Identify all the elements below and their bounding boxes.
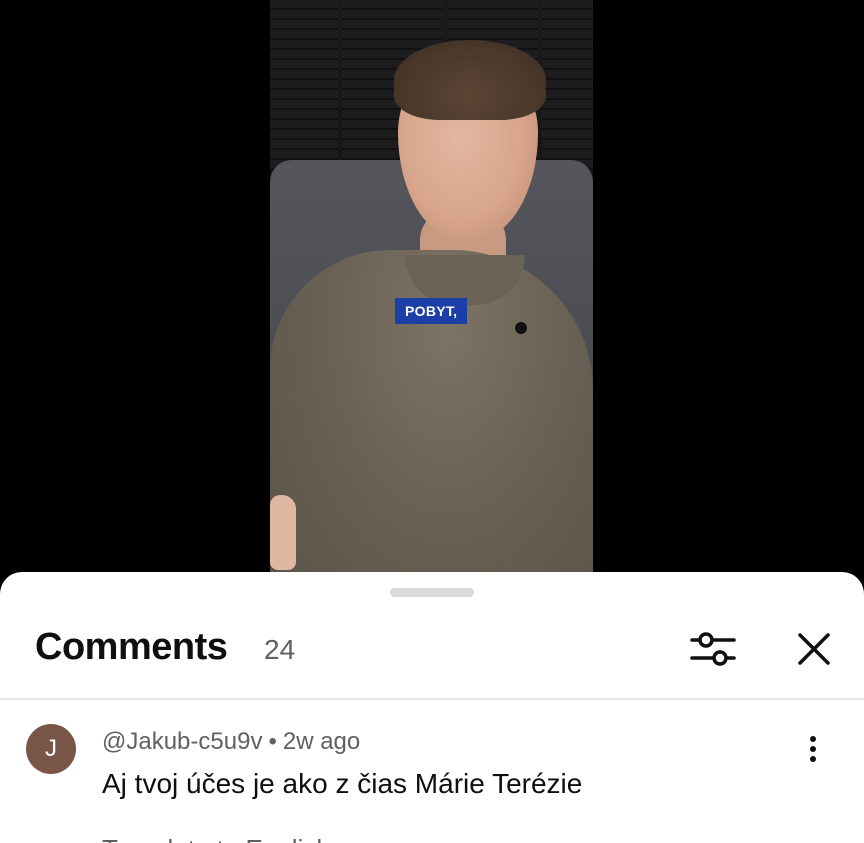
meta-separator: •: [268, 728, 277, 755]
comment-more-button[interactable]: [798, 730, 828, 770]
acoustic-panel: [270, 0, 338, 170]
close-icon: [798, 633, 830, 665]
avatar[interactable]: J: [26, 724, 76, 774]
comments-sheet: Comments 24 J @Jakub-c5u9v • 2w ago Aj t…: [0, 572, 864, 843]
comment-meta: @Jakub-c5u9v • 2w ago: [102, 728, 360, 756]
comment-author[interactable]: @Jakub-c5u9v: [102, 728, 262, 755]
comments-count: 24: [264, 634, 296, 665]
video-caption: POBYT,: [395, 298, 468, 324]
comment-time: 2w ago: [282, 728, 361, 755]
comments-header: Comments 24: [0, 620, 864, 680]
sort-filter-button[interactable]: [688, 624, 738, 674]
comment-text: Aj tvoj účes je ako z čias Márie Terézie: [102, 768, 583, 799]
more-vert-icon: [810, 736, 816, 762]
drag-handle[interactable]: [390, 588, 474, 597]
sort-filter-icon: [690, 632, 736, 666]
lapel-mic-icon: [515, 322, 527, 334]
close-button[interactable]: [790, 624, 838, 674]
comment-item: J @Jakub-c5u9v • 2w ago Aj tvoj účes je ak…: [0, 722, 864, 843]
acoustic-panel: [542, 0, 593, 170]
comments-title: Comments: [35, 626, 228, 668]
translate-link[interactable]: Translate to English: [102, 834, 331, 843]
header-divider: [0, 698, 864, 700]
person-hair: [394, 40, 546, 120]
person-hand: [270, 495, 296, 570]
screen: POBYT, Comments 24 J @Jakub-c5u9v • 2w a…: [0, 0, 864, 843]
